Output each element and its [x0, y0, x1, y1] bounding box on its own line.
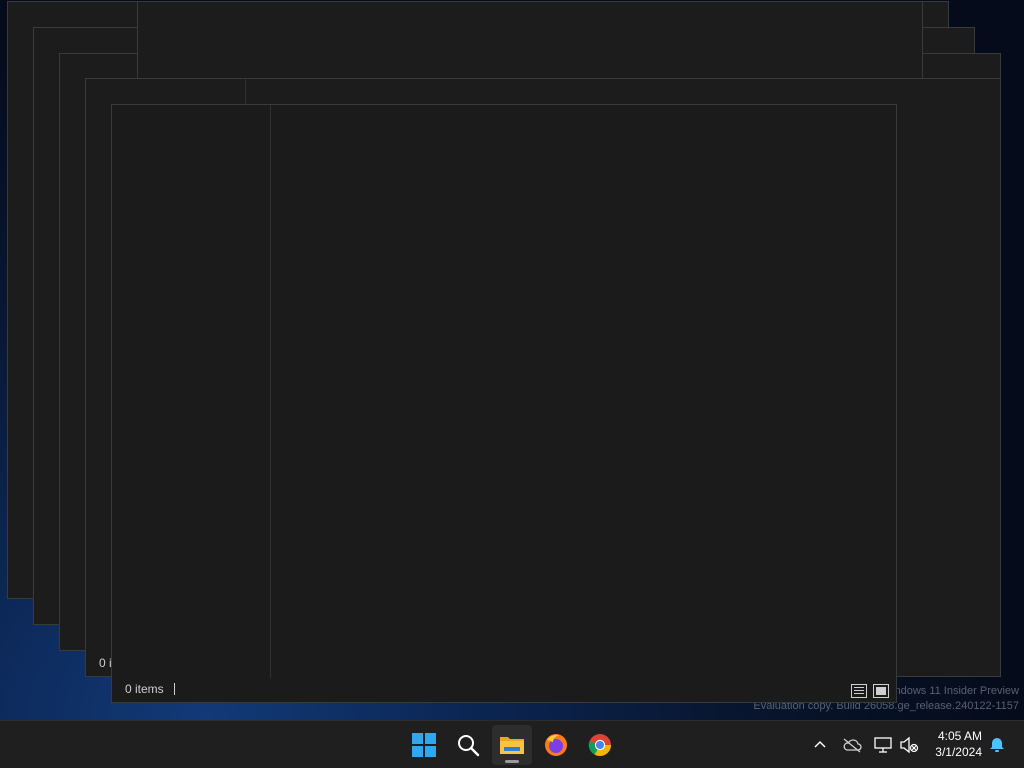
active-app-indicator: [505, 760, 519, 763]
chevron-up-icon: [814, 740, 826, 748]
desktop: Windows 11 Insider Preview Evaluation co…: [0, 0, 1024, 720]
search-button[interactable]: [448, 725, 488, 765]
chrome-icon: [588, 734, 611, 756]
cloud-offline-icon: [843, 738, 862, 753]
network-tray-button[interactable]: [871, 733, 895, 757]
onedrive-tray-button[interactable]: [840, 733, 864, 757]
search-icon: [458, 735, 480, 757]
show-hidden-icons-button[interactable]: [808, 733, 832, 757]
status-item-count: 0 i: [99, 656, 112, 670]
large-icons-view-button[interactable]: [873, 684, 889, 698]
windows-logo-icon: [412, 733, 436, 757]
clock-button[interactable]: 4:05 AM 3/1/2024: [935, 728, 982, 760]
navigation-pane-divider[interactable]: [270, 105, 271, 678]
status-item-count: 0 items: [125, 682, 164, 696]
folder-icon: [500, 737, 524, 754]
clock-date: 3/1/2024: [935, 745, 982, 759]
volume-muted-icon: [900, 736, 919, 754]
firefox-taskbar-button[interactable]: [536, 725, 576, 765]
taskbar: 4:05 AM 3/1/2024: [0, 720, 1024, 768]
status-separator: [174, 683, 175, 695]
file-explorer-taskbar-button[interactable]: [492, 725, 532, 765]
explorer-window-front[interactable]: 0 items: [111, 104, 897, 703]
bell-icon: [990, 738, 1004, 752]
clock-time: 4:05 AM: [937, 729, 982, 743]
volume-tray-button[interactable]: [897, 733, 921, 757]
network-icon: [874, 737, 892, 753]
chrome-taskbar-button[interactable]: [580, 725, 620, 765]
start-button[interactable]: [404, 725, 444, 765]
notifications-button[interactable]: [985, 733, 1009, 757]
details-view-button[interactable]: [851, 684, 867, 698]
firefox-icon: [545, 734, 567, 756]
